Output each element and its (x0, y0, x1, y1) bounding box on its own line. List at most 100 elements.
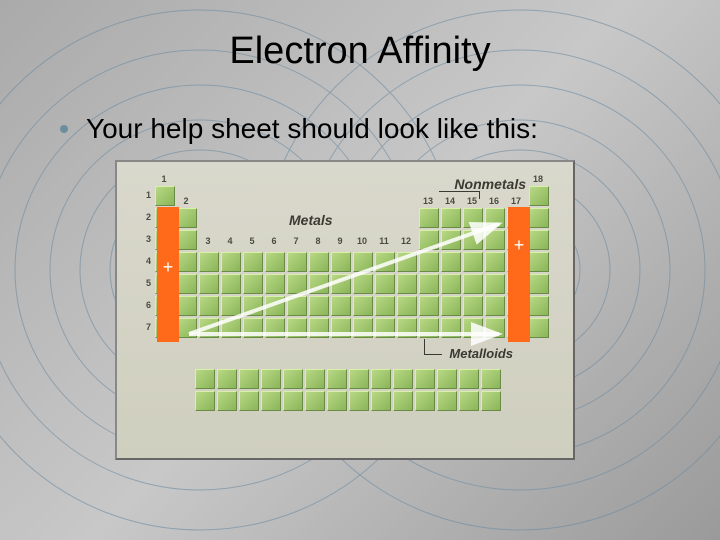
element-cell (283, 369, 303, 389)
orange-low-end-bar: + (157, 207, 179, 342)
element-cell (393, 369, 413, 389)
element-cell (353, 274, 373, 294)
element-cell (287, 296, 307, 316)
element-cell (419, 208, 439, 228)
metals-label: Metals (289, 212, 333, 228)
element-cell (283, 391, 303, 411)
element-cell (239, 369, 259, 389)
element-cell (327, 391, 347, 411)
element-cell (485, 208, 505, 228)
element-cell (481, 391, 501, 411)
row-label: 7 (139, 322, 151, 332)
element-cell (463, 274, 483, 294)
row-label: 5 (139, 278, 151, 288)
periodic-table-area: Metals Nonmetals Metalloids 1 2 3 4 5 6 … (139, 174, 551, 440)
element-cell (199, 252, 219, 272)
element-cell (463, 296, 483, 316)
element-cell (177, 296, 197, 316)
element-cell (261, 369, 281, 389)
element-cell (353, 252, 373, 272)
element-cell (353, 296, 373, 316)
row-label: 4 (139, 256, 151, 266)
element-cell (419, 274, 439, 294)
element-cell (529, 296, 549, 316)
element-cell (463, 208, 483, 228)
element-cell (485, 230, 505, 250)
element-cell (331, 252, 351, 272)
col-label: 6 (267, 236, 281, 246)
element-cell (265, 274, 285, 294)
element-cell (485, 274, 505, 294)
element-cell (177, 274, 197, 294)
element-cell (529, 208, 549, 228)
element-cell (397, 318, 417, 338)
element-cell (419, 296, 439, 316)
plus-label: + (514, 235, 525, 256)
element-cell (331, 296, 351, 316)
element-cell (309, 252, 329, 272)
element-cell (305, 369, 325, 389)
element-cell (459, 369, 479, 389)
element-cell (441, 252, 461, 272)
element-cell (415, 369, 435, 389)
element-cell (485, 252, 505, 272)
element-cell (199, 296, 219, 316)
col-label: 13 (421, 196, 435, 206)
element-cell (305, 391, 325, 411)
element-cell (375, 252, 395, 272)
element-cell (397, 252, 417, 272)
element-cell (239, 391, 259, 411)
element-cell (441, 318, 461, 338)
element-cell (375, 318, 395, 338)
element-cell (195, 391, 215, 411)
element-cell (419, 230, 439, 250)
element-cell (397, 274, 417, 294)
bullet-row: Your help sheet should look like this: (0, 113, 720, 145)
element-cell (287, 318, 307, 338)
metalloids-pointer-icon (424, 354, 442, 355)
element-cell (331, 318, 351, 338)
periodic-table-figure: Metals Nonmetals Metalloids 1 2 3 4 5 6 … (115, 160, 575, 460)
nonmetals-pointer-icon (479, 191, 480, 199)
slide-title: Electron Affinity (0, 30, 720, 73)
element-cell (221, 296, 241, 316)
row-label: 3 (139, 234, 151, 244)
slide-content: Electron Affinity Your help sheet should… (0, 0, 720, 460)
element-cell (529, 186, 549, 206)
element-cell (195, 369, 215, 389)
nonmetals-pointer-icon (439, 191, 479, 192)
element-cell (397, 296, 417, 316)
element-cell (177, 252, 197, 272)
bullet-text: Your help sheet should look like this: (86, 113, 538, 145)
col-label: 7 (289, 236, 303, 246)
element-cell (265, 252, 285, 272)
element-cell (459, 391, 479, 411)
element-cell (463, 230, 483, 250)
element-cell (309, 296, 329, 316)
element-cell (463, 318, 483, 338)
plus-label: + (163, 257, 174, 278)
col-label: 16 (487, 196, 501, 206)
element-cell (155, 186, 175, 206)
element-cell (375, 296, 395, 316)
element-cell (349, 369, 369, 389)
element-cell (243, 296, 263, 316)
element-cell (265, 318, 285, 338)
col-label: 8 (311, 236, 325, 246)
element-cell (221, 318, 241, 338)
element-cell (371, 369, 391, 389)
element-cell (243, 252, 263, 272)
element-cell (415, 391, 435, 411)
row-label: 2 (139, 212, 151, 222)
element-cell (437, 391, 457, 411)
element-cell (375, 274, 395, 294)
col-label: 1 (157, 174, 171, 184)
element-cell (327, 369, 347, 389)
col-label: 2 (179, 196, 193, 206)
element-cell (529, 230, 549, 250)
element-cell (309, 318, 329, 338)
element-cell (463, 252, 483, 272)
col-label: 5 (245, 236, 259, 246)
col-label: 14 (443, 196, 457, 206)
col-label: 18 (531, 174, 545, 184)
